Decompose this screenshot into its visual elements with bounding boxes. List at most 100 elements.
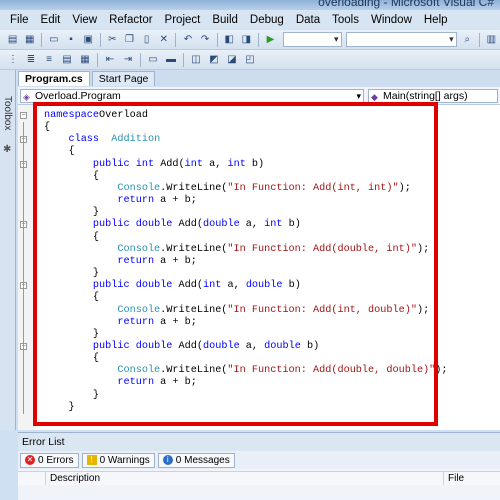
next-bookmark-icon[interactable]: ◪ xyxy=(225,53,239,67)
add-item-icon[interactable]: ▦ xyxy=(23,33,36,47)
column-blank xyxy=(18,472,46,485)
code-token: { xyxy=(44,122,51,134)
member-list-icon[interactable]: ≣ xyxy=(24,53,38,67)
delete-icon[interactable]: ✕ xyxy=(157,33,170,47)
code-token: ); xyxy=(416,304,430,316)
cut-icon[interactable]: ✂ xyxy=(106,33,119,47)
code-token: a, xyxy=(221,280,246,292)
code-token: Console xyxy=(117,243,161,255)
new-project-icon[interactable]: ▤ xyxy=(6,33,19,47)
document-tabs: Program.cs Start Page xyxy=(18,70,500,86)
code-token: Add( xyxy=(172,280,203,292)
properties-icon[interactable]: ▥ xyxy=(485,33,498,47)
increase-indent-icon[interactable]: ⇥ xyxy=(121,53,135,67)
code-line: return a + b; xyxy=(44,317,448,329)
bookmark-icon[interactable]: ◫ xyxy=(189,53,203,67)
code-token: } xyxy=(44,268,100,280)
errors-filter-button[interactable]: ✕ 0 Errors xyxy=(20,452,79,468)
start-debugging-icon[interactable]: ▶ xyxy=(264,33,277,47)
copy-icon[interactable]: ❐ xyxy=(123,33,136,47)
code-line: } xyxy=(44,329,448,341)
toolbar-separator xyxy=(97,52,98,67)
paste-icon[interactable]: ▯ xyxy=(140,33,153,47)
code-token: a, xyxy=(239,340,265,352)
error-list-panel: Error List ✕ 0 Errors ! 0 Warnings i 0 M… xyxy=(18,432,500,500)
find-icon[interactable]: ⌕ xyxy=(461,33,474,47)
code-token: } xyxy=(44,389,100,401)
code-token: .WriteLine( xyxy=(160,243,228,255)
code-token: a + b; xyxy=(154,255,197,267)
save-all-icon[interactable]: ▣ xyxy=(82,33,95,47)
code-line: Console.WriteLine("In Function: Add(doub… xyxy=(44,244,448,256)
code-token: double xyxy=(203,340,240,352)
column-file[interactable]: File xyxy=(444,472,498,485)
menu-debug[interactable]: Debug xyxy=(244,10,290,30)
messages-filter-button[interactable]: i 0 Messages xyxy=(157,452,235,468)
menu-refactor[interactable]: Refactor xyxy=(103,10,158,30)
code-editor[interactable]: −−−−−− namespaceOverload{ class Addition… xyxy=(18,105,500,430)
tab-program-cs[interactable]: Program.cs xyxy=(18,71,90,86)
chevron-down-icon: ▾ xyxy=(356,91,361,101)
toolbox-panel[interactable]: Toolbox ✱ xyxy=(0,70,16,430)
navigate-forward-icon[interactable]: ◨ xyxy=(240,33,253,47)
code-token: Add( xyxy=(172,340,203,352)
decrease-indent-icon[interactable]: ⇤ xyxy=(103,53,117,67)
word-completion-icon[interactable]: ▦ xyxy=(78,53,92,67)
code-token: public xyxy=(92,219,130,231)
code-line: { xyxy=(44,146,448,158)
class-icon: ◈ xyxy=(23,92,30,102)
menu-window[interactable]: Window xyxy=(365,10,418,30)
menu-help[interactable]: Help xyxy=(418,10,454,30)
code-line: { xyxy=(44,232,448,244)
open-icon[interactable]: ▭ xyxy=(47,33,60,47)
undo-icon[interactable]: ↶ xyxy=(181,33,194,47)
code-token: class xyxy=(68,134,100,146)
code-line: } xyxy=(44,402,448,414)
code-token: public xyxy=(92,158,130,170)
errors-count: 0 Errors xyxy=(38,454,74,466)
column-description[interactable]: Description xyxy=(46,472,444,485)
menu-project[interactable]: Project xyxy=(159,10,207,30)
fold-line xyxy=(23,122,24,414)
menu-bar: File Edit View Refactor Project Build Debug Dat… xyxy=(0,10,500,30)
quick-info-icon[interactable]: ▤ xyxy=(60,53,74,67)
code-token: Overload xyxy=(99,110,148,121)
warning-icon: ! xyxy=(86,455,97,465)
toolbar-grip-icon: ⋮ xyxy=(8,54,18,65)
code-text[interactable]: namespaceOverload{ class Addition { publ… xyxy=(44,110,448,414)
navigation-bar: ◈ Overload.Program ▾ ◆ Main(string[] arg… xyxy=(18,87,500,105)
window-title: overloading - Microsoft Visual C# xyxy=(318,0,494,9)
tab-start-page[interactable]: Start Page xyxy=(91,71,156,86)
code-token: double xyxy=(245,280,283,292)
save-icon[interactable]: ▪ xyxy=(64,33,77,47)
menu-tools[interactable]: Tools xyxy=(326,10,365,30)
menu-edit[interactable]: Edit xyxy=(35,10,67,30)
code-token: return xyxy=(117,255,155,267)
code-token: Console xyxy=(117,182,161,194)
redo-icon[interactable]: ↷ xyxy=(199,33,212,47)
menu-build[interactable]: Build xyxy=(206,10,244,30)
code-token: public xyxy=(92,280,130,292)
uncomment-icon[interactable]: ▬ xyxy=(164,53,178,67)
warnings-filter-button[interactable]: ! 0 Warnings xyxy=(81,452,155,468)
navigate-icon[interactable]: ◧ xyxy=(223,33,236,47)
collapse-icon[interactable]: − xyxy=(20,112,27,119)
method-icon: ◆ xyxy=(371,92,378,102)
code-token: a, xyxy=(239,219,265,231)
comment-icon[interactable]: ▭ xyxy=(146,53,160,67)
menu-data[interactable]: Data xyxy=(290,10,326,30)
menu-file[interactable]: File xyxy=(4,10,35,30)
code-token: ); xyxy=(416,243,430,255)
menu-view[interactable]: View xyxy=(66,10,103,30)
configuration-combo[interactable] xyxy=(283,32,342,47)
clear-bookmarks-icon[interactable]: ◰ xyxy=(243,53,257,67)
previous-bookmark-icon[interactable]: ◩ xyxy=(207,53,221,67)
type-dropdown[interactable]: ◈ Overload.Program ▾ xyxy=(20,89,364,103)
member-dropdown[interactable]: ◆ Main(string[] args) xyxy=(368,89,498,103)
code-token: { xyxy=(44,231,100,243)
platform-combo[interactable] xyxy=(345,32,457,47)
code-token: { xyxy=(44,170,100,182)
parameter-info-icon[interactable]: ≡ xyxy=(42,53,56,67)
